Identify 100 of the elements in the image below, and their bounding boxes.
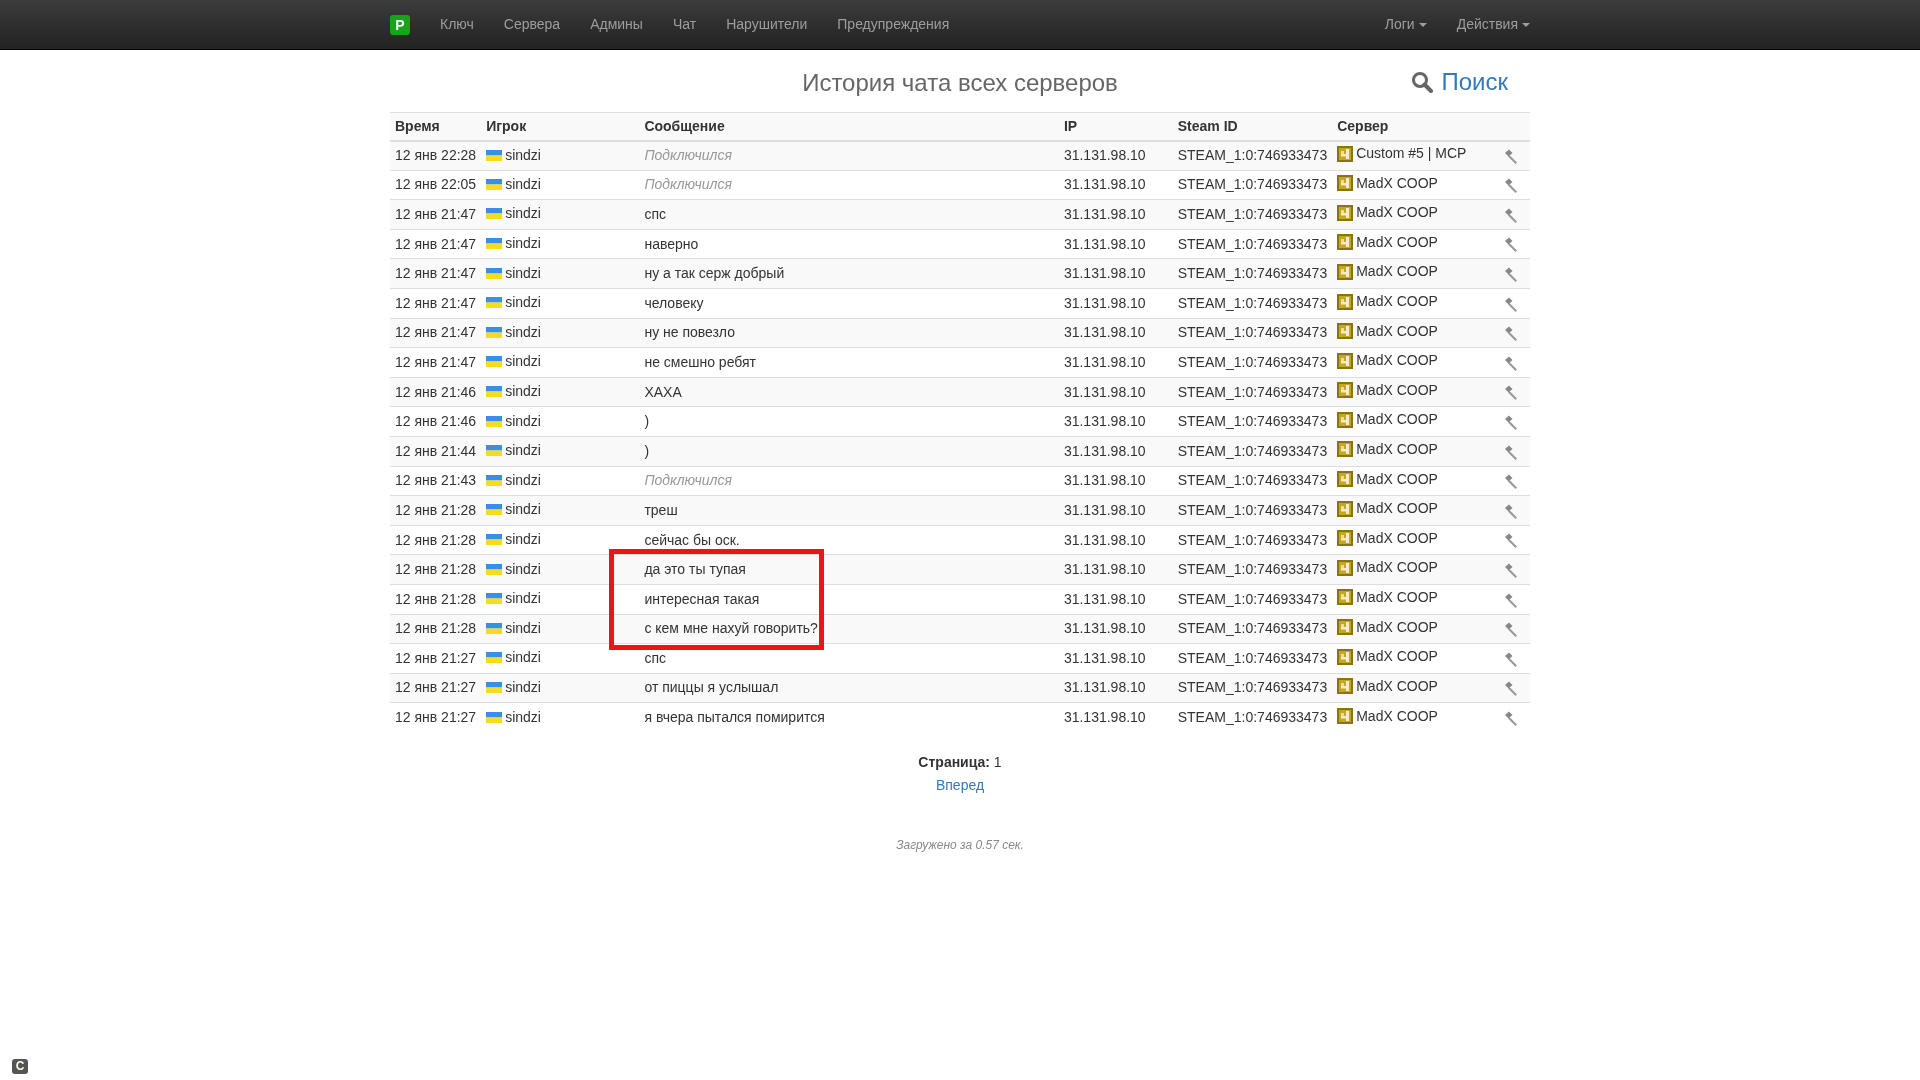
- server-name: MadX COOP: [1356, 380, 1438, 400]
- hammer-icon[interactable]: [1503, 296, 1518, 312]
- steam-id-cell: STEAM_1:0:746933473: [1172, 554, 1333, 585]
- ip-cell: 31.131.98.10: [1058, 288, 1173, 319]
- hammer-icon[interactable]: [1503, 237, 1518, 253]
- game-icon: [1337, 648, 1354, 665]
- hammer-icon[interactable]: [1503, 266, 1518, 282]
- nav-link[interactable]: Предупреждения: [837, 14, 950, 35]
- flag-icon: [486, 178, 503, 190]
- next-page-link[interactable]: Вперед: [935, 775, 985, 797]
- flag-icon: [486, 149, 503, 161]
- server-name: MadX COOP: [1356, 440, 1438, 459]
- flag-icon: [486, 474, 503, 486]
- player-link[interactable]: sindzi: [505, 647, 541, 669]
- hammer-icon[interactable]: [1503, 651, 1518, 667]
- nav-link[interactable]: Нарушители: [726, 14, 808, 35]
- server-name: MadX COOP: [1356, 617, 1438, 637]
- hammer-icon[interactable]: [1503, 681, 1518, 697]
- message-text: ну а так серж добрый: [644, 265, 785, 282]
- ip-cell: 31.131.98.10: [1058, 702, 1173, 733]
- dropdown-menu[interactable]: Логи: [1384, 14, 1427, 35]
- player-link[interactable]: sindzi: [505, 351, 541, 373]
- hammer-icon[interactable]: [1503, 207, 1518, 223]
- game-icon: [1337, 441, 1354, 458]
- steam-id-cell: STEAM_1:0:746933473: [1172, 614, 1333, 644]
- server-name: MadX COOP: [1356, 706, 1438, 726]
- player-link[interactable]: sindzi: [505, 529, 541, 550]
- ip-cell: 31.131.98.10: [1058, 584, 1173, 614]
- hammer-icon[interactable]: [1503, 355, 1518, 371]
- player-link[interactable]: sindzi: [505, 588, 541, 610]
- time-cell: 12 янв 21:47: [390, 347, 482, 378]
- player-link[interactable]: sindzi: [505, 203, 541, 225]
- message-text: с кем мне нахуй говорить?: [644, 620, 818, 637]
- server-name: MadX COOP: [1356, 173, 1438, 193]
- game-icon: [1337, 619, 1354, 636]
- ip-cell: 31.131.98.10: [1058, 525, 1173, 555]
- load-time-text: Загружено за 0.57 сек.: [896, 837, 1024, 855]
- player-link[interactable]: sindzi: [505, 706, 541, 728]
- nav-link[interactable]: Ключ: [440, 14, 474, 35]
- hammer-icon[interactable]: [1503, 503, 1518, 519]
- ip-cell: 31.131.98.10: [1058, 436, 1173, 467]
- hammer-icon[interactable]: [1503, 622, 1518, 638]
- corner-badge: C: [12, 1059, 28, 1074]
- player-link[interactable]: sindzi: [505, 321, 541, 343]
- nav-link[interactable]: Админы: [590, 14, 643, 35]
- time-cell: 12 янв 21:43: [390, 466, 482, 496]
- player-link[interactable]: sindzi: [505, 617, 541, 639]
- caret-icon: [1522, 23, 1530, 28]
- hammer-icon[interactable]: [1503, 562, 1518, 578]
- player-link[interactable]: sindzi: [505, 292, 541, 314]
- server-name: MadX COOP: [1356, 469, 1438, 489]
- hammer-icon[interactable]: [1503, 178, 1518, 194]
- game-icon: [1337, 678, 1354, 695]
- hammer-icon[interactable]: [1503, 326, 1518, 342]
- ip-cell: 31.131.98.10: [1058, 673, 1173, 703]
- player-link[interactable]: sindzi: [505, 440, 541, 462]
- time-cell: 12 янв 21:47: [390, 229, 482, 259]
- server-name: MadX COOP: [1356, 203, 1438, 223]
- player-link[interactable]: sindzi: [505, 410, 541, 432]
- hammer-icon[interactable]: [1503, 444, 1518, 460]
- ip-cell: 31.131.98.10: [1058, 318, 1173, 348]
- player-link[interactable]: sindzi: [505, 144, 541, 166]
- time-cell: 12 янв 21:27: [390, 643, 482, 674]
- page-indicator: Страница: 1: [918, 753, 1002, 773]
- message-text: Подключился: [644, 176, 732, 193]
- game-icon: [1337, 471, 1354, 488]
- game-icon: [1337, 411, 1354, 428]
- hammer-icon[interactable]: [1503, 414, 1518, 430]
- player-link[interactable]: sindzi: [505, 233, 541, 255]
- ip-cell: 31.131.98.10: [1058, 466, 1173, 496]
- game-icon: [1337, 145, 1354, 162]
- server-name: MadX COOP: [1356, 499, 1438, 519]
- message-text: ХАХА: [644, 383, 682, 400]
- search-link[interactable]: Поиск: [1411, 68, 1508, 96]
- flag-icon: [486, 622, 503, 634]
- player-link[interactable]: sindzi: [505, 677, 541, 698]
- hammer-icon[interactable]: [1503, 533, 1518, 549]
- dropdown-menu[interactable]: Действия: [1456, 14, 1530, 35]
- player-link[interactable]: sindzi: [505, 469, 541, 491]
- ip-cell: 31.131.98.10: [1058, 377, 1173, 407]
- game-icon: [1337, 204, 1354, 221]
- nav-link[interactable]: Чат: [672, 14, 697, 35]
- player-link[interactable]: sindzi: [505, 173, 541, 195]
- player-link[interactable]: sindzi: [505, 381, 541, 403]
- steam-id-cell: STEAM_1:0:746933473: [1172, 229, 1333, 259]
- hammer-icon[interactable]: [1503, 592, 1518, 608]
- hammer-icon[interactable]: [1503, 385, 1518, 401]
- steam-id-cell: STEAM_1:0:746933473: [1172, 495, 1333, 526]
- player-link[interactable]: sindzi: [505, 558, 541, 580]
- player-link[interactable]: sindzi: [505, 499, 541, 521]
- hammer-icon[interactable]: [1503, 711, 1518, 727]
- hammer-icon[interactable]: [1503, 474, 1518, 490]
- hammer-icon[interactable]: [1503, 148, 1518, 164]
- player-link[interactable]: sindzi: [505, 262, 541, 284]
- server-name: MadX COOP: [1356, 321, 1438, 341]
- nav-link[interactable]: Сервера: [503, 14, 561, 35]
- time-cell: 12 янв 21:27: [390, 702, 482, 733]
- server-name: MadX COOP: [1356, 528, 1438, 548]
- flag-icon: [486, 386, 503, 398]
- server-name: MadX COOP: [1356, 262, 1438, 282]
